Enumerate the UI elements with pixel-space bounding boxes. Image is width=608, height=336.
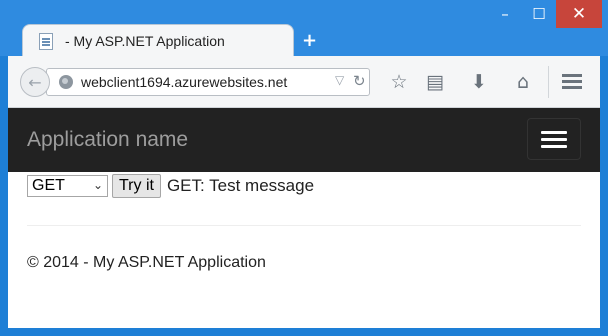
try-it-button[interactable]: Try it bbox=[112, 174, 161, 198]
title-bar: – ☐ ✕ - My ASP.NET Application + bbox=[0, 0, 608, 56]
footer-divider bbox=[27, 225, 581, 226]
toggle-bar bbox=[541, 131, 567, 134]
toggle-bar bbox=[541, 145, 567, 148]
url-bar[interactable]: webclient1694.azurewebsites.net ▽ ↻ bbox=[46, 68, 370, 96]
site-navbar: Application name bbox=[8, 108, 600, 172]
browser-window: – ☐ ✕ - My ASP.NET Application + webclie… bbox=[0, 0, 608, 336]
minimize-button[interactable]: – bbox=[488, 0, 522, 28]
footer-copyright: © 2014 - My ASP.NET Application bbox=[27, 254, 266, 271]
url-text[interactable]: webclient1694.azurewebsites.net bbox=[81, 74, 287, 90]
reload-icon[interactable]: ↻ bbox=[353, 72, 366, 90]
toggle-bar bbox=[541, 138, 567, 141]
result-text: GET: Test message bbox=[166, 176, 315, 195]
browser-tab[interactable]: - My ASP.NET Application bbox=[22, 24, 294, 56]
request-form: GET ⌄ Try it GET: Test message bbox=[27, 174, 314, 198]
hamburger-menu-icon[interactable] bbox=[562, 74, 582, 90]
home-icon[interactable]: ⌂ bbox=[510, 69, 536, 95]
close-button[interactable]: ✕ bbox=[556, 0, 602, 28]
method-selected-value: GET bbox=[32, 177, 65, 194]
chevron-down-icon: ⌄ bbox=[92, 178, 103, 192]
window-controls: – ☐ ✕ bbox=[488, 0, 602, 30]
download-icon[interactable]: ⬇ bbox=[466, 69, 492, 95]
globe-icon bbox=[59, 75, 73, 89]
browser-toolbar: webclient1694.azurewebsites.net ▽ ↻ ← ☆ … bbox=[8, 56, 600, 108]
method-select[interactable]: GET ⌄ bbox=[27, 175, 108, 197]
navbar-toggle-button[interactable] bbox=[527, 118, 581, 160]
chevron-down-icon[interactable]: ▽ bbox=[335, 73, 344, 87]
star-icon[interactable]: ☆ bbox=[386, 69, 412, 95]
reading-list-icon[interactable]: ▤ bbox=[422, 69, 448, 95]
back-arrow-icon[interactable]: ← bbox=[20, 67, 50, 97]
brand-link[interactable]: Application name bbox=[27, 128, 188, 152]
new-tab-button[interactable]: + bbox=[302, 30, 317, 51]
maximize-button[interactable]: ☐ bbox=[522, 0, 556, 28]
toolbar-separator bbox=[548, 66, 549, 98]
page-viewport: Application name GET ⌄ Try it GET: Test … bbox=[8, 108, 600, 328]
page-icon bbox=[39, 33, 53, 50]
tab-title: - My ASP.NET Application bbox=[65, 33, 225, 49]
